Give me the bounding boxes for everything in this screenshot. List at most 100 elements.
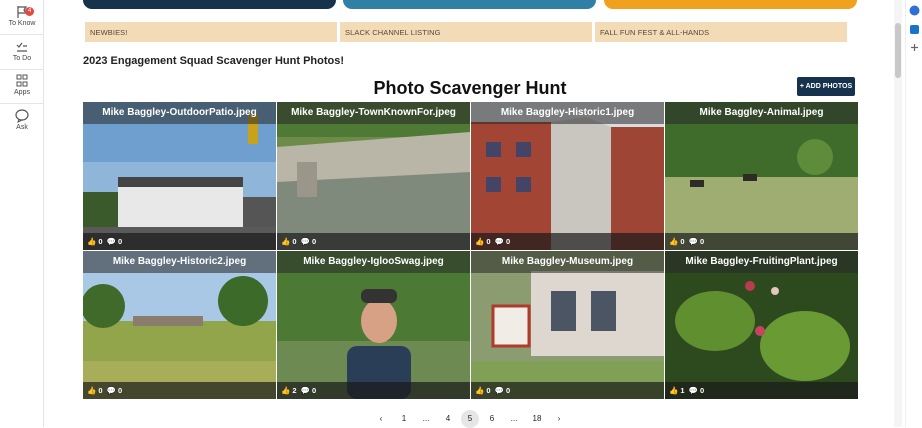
comment-icon[interactable]: 💬 — [107, 237, 116, 246]
apps-grid-icon — [16, 74, 28, 87]
photo-tile[interactable]: Mike Baggley-Historic1.jpeg 👍 0 💬 0 — [471, 102, 664, 250]
left-rail: 4 To Know To Do Apps Ask — [0, 0, 44, 427]
photo-reactions: 👍 0 💬 0 — [83, 382, 276, 399]
photo-caption: Mike Baggley-OutdoorPatio.jpeg — [83, 102, 276, 124]
comment-icon[interactable]: 💬 — [301, 386, 310, 395]
scrollbar-thumb[interactable] — [895, 23, 901, 78]
section-subtitle: 2023 Engagement Squad Scavenger Hunt Pho… — [83, 55, 345, 67]
thumbs-up-icon[interactable]: 👍 — [281, 237, 290, 246]
thumbs-up-icon[interactable]: 👍 — [87, 386, 96, 395]
photo-reactions: 👍 0 💬 0 — [665, 233, 858, 250]
sidebar-item-label: Apps — [14, 89, 30, 96]
page-button[interactable]: 1 — [395, 410, 413, 428]
thumbs-up-icon[interactable]: 👍 — [475, 237, 484, 246]
comment-count: 0 — [699, 386, 705, 395]
nav-button-fall-fun-fest[interactable]: FALL FUN FEST & ALL-HANDS — [595, 22, 847, 42]
notification-badge: 4 — [25, 7, 34, 16]
top-button-orange[interactable] — [604, 0, 857, 9]
photo-caption: Mike Baggley-IglooSwag.jpeg — [277, 251, 470, 273]
comment-count: 0 — [505, 386, 511, 395]
sidebar-item-to-know[interactable]: 4 To Know — [0, 5, 44, 27]
checklist-icon — [16, 42, 27, 52]
thumbs-up-icon[interactable]: 👍 — [87, 237, 96, 246]
photo-reactions: 👍 0 💬 0 — [471, 233, 664, 250]
photo-tile[interactable]: Mike Baggley-IglooSwag.jpeg 👍 2 💬 0 — [277, 251, 470, 399]
top-button-dark[interactable] — [83, 0, 336, 9]
chat-bubble-icon — [15, 109, 29, 123]
photo-tile[interactable]: Mike Baggley-FruitingPlant.jpeg 👍 1 💬 0 — [665, 251, 858, 399]
comment-count: 0 — [505, 237, 511, 246]
like-count: 0 — [486, 237, 491, 246]
page-button[interactable]: 18 — [528, 410, 546, 428]
photo-igloo-swag — [277, 251, 470, 399]
like-count: 1 — [680, 386, 685, 395]
page-title: Photo Scavenger Hunt — [373, 78, 567, 98]
photo-outdoor-patio — [83, 102, 276, 250]
sidebar-item-label: To Know — [8, 20, 36, 27]
photo-tile[interactable]: Mike Baggley-Museum.jpeg 👍 0 💬 0 — [471, 251, 664, 399]
next-page-button[interactable]: › — [550, 410, 568, 428]
like-count: 0 — [98, 237, 103, 246]
photo-historic-1 — [471, 102, 664, 250]
comment-icon[interactable]: 💬 — [689, 237, 698, 246]
photo-tile[interactable]: Mike Baggley-OutdoorPatio.jpeg 👍 0 💬 0 — [83, 102, 276, 250]
nav-button-newbies[interactable]: NEWBIES! — [85, 22, 337, 42]
thumbs-up-icon[interactable]: 👍 — [669, 386, 678, 395]
like-count: 2 — [292, 386, 297, 395]
thumbs-up-icon[interactable]: 👍 — [669, 237, 678, 246]
photo-reactions: 👍 0 💬 0 — [471, 382, 664, 399]
photo-historic-2 — [83, 251, 276, 399]
sidebar-item-label: Ask — [16, 124, 28, 131]
like-count: 0 — [98, 386, 103, 395]
comment-count: 0 — [699, 237, 705, 246]
comment-icon[interactable]: 💬 — [107, 386, 116, 395]
like-count: 0 — [680, 237, 685, 246]
add-icon[interactable] — [909, 42, 920, 53]
photo-caption: Mike Baggley-Historic2.jpeg — [83, 251, 276, 273]
photo-caption: Mike Baggley-Animal.jpeg — [665, 102, 858, 124]
copilot-icon[interactable] — [909, 5, 920, 16]
thumbs-up-icon[interactable]: 👍 — [475, 386, 484, 395]
comment-icon[interactable]: 💬 — [301, 237, 310, 246]
comment-count: 0 — [117, 237, 123, 246]
sidebar-item-to-do[interactable]: To Do — [0, 40, 44, 62]
photo-tile[interactable]: Mike Baggley-Historic2.jpeg 👍 0 💬 0 — [83, 251, 276, 399]
photo-fruiting-plant — [665, 251, 858, 399]
top-button-blue[interactable] — [343, 0, 596, 9]
photo-town-known-for — [277, 102, 470, 250]
photo-tile[interactable]: Mike Baggley-TownKnownFor.jpeg 👍 0 💬 0 — [277, 102, 470, 250]
photo-reactions: 👍 0 💬 0 — [277, 233, 470, 250]
outlook-icon[interactable] — [909, 24, 920, 35]
right-rail — [905, 0, 922, 427]
comment-count: 0 — [117, 386, 123, 395]
photo-reactions: 👍 2 💬 0 — [277, 382, 470, 399]
prev-page-button[interactable]: ‹ — [372, 410, 390, 428]
photo-caption: Mike Baggley-Historic1.jpeg — [471, 102, 664, 124]
photo-museum — [471, 251, 664, 399]
photo-tile[interactable]: Mike Baggley-Animal.jpeg 👍 0 💬 0 — [665, 102, 858, 250]
page-ellipsis: ... — [510, 414, 518, 423]
photo-animal — [665, 102, 858, 250]
like-count: 0 — [292, 237, 297, 246]
add-photos-button[interactable]: + ADD PHOTOS — [797, 77, 855, 96]
comment-count: 0 — [311, 237, 317, 246]
page-button[interactable]: 4 — [439, 410, 457, 428]
comment-icon[interactable]: 💬 — [495, 386, 504, 395]
comment-icon[interactable]: 💬 — [689, 386, 698, 395]
nav-button-slack-channels[interactable]: SLACK CHANNEL LISTING — [340, 22, 592, 42]
sidebar-item-ask[interactable]: Ask — [0, 109, 44, 131]
sidebar-item-apps[interactable]: Apps — [0, 74, 44, 96]
page-button-current[interactable]: 5 — [461, 410, 479, 428]
thumbs-up-icon[interactable]: 👍 — [281, 386, 290, 395]
comment-icon[interactable]: 💬 — [495, 237, 504, 246]
page-ellipsis: ... — [422, 414, 430, 423]
page-button[interactable]: 6 — [483, 410, 501, 428]
comment-count: 0 — [311, 386, 317, 395]
photo-reactions: 👍 1 💬 0 — [665, 382, 858, 399]
like-count: 0 — [486, 386, 491, 395]
photo-caption: Mike Baggley-TownKnownFor.jpeg — [277, 102, 470, 124]
photo-caption: Mike Baggley-Museum.jpeg — [471, 251, 664, 273]
photo-reactions: 👍 0 💬 0 — [83, 233, 276, 250]
photo-caption: Mike Baggley-FruitingPlant.jpeg — [665, 251, 858, 273]
sidebar-item-label: To Do — [12, 55, 32, 62]
